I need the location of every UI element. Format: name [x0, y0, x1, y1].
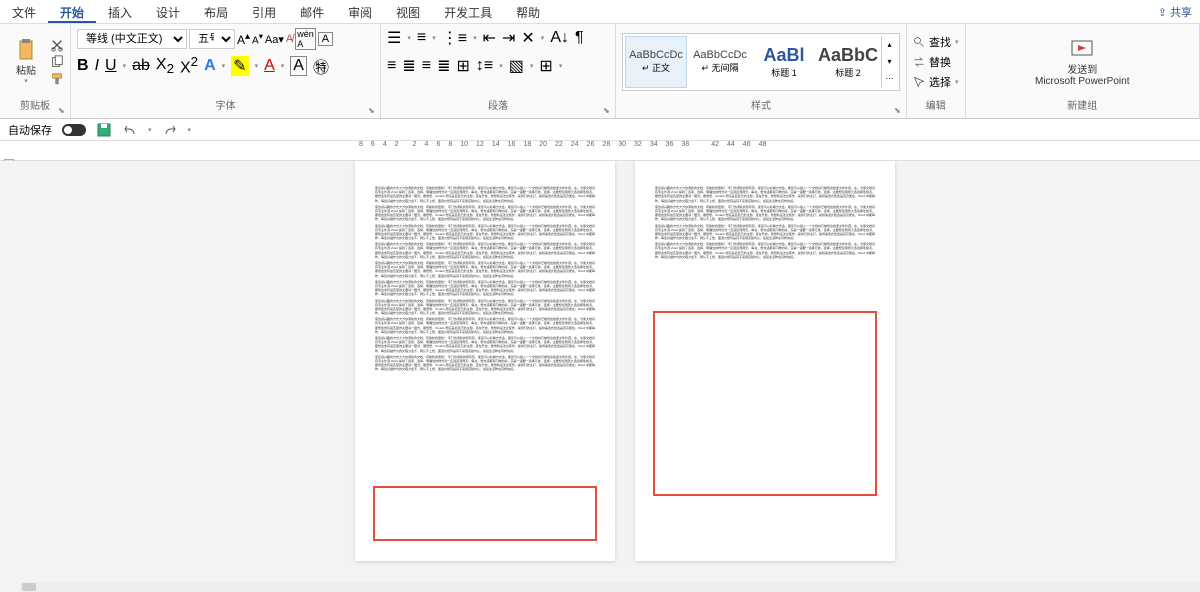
send-to-ppt-button[interactable]: 发送到 Microsoft PowerPoint	[1022, 32, 1142, 92]
styles-gallery: AaBbCcDc ↵ 正文 AaBbCcDc ↵ 无间隔 AaBl 标题 1 A…	[622, 33, 900, 91]
justify-icon[interactable]: ≣	[437, 56, 450, 76]
increase-indent-icon[interactable]: ⇥	[502, 28, 515, 48]
group-editing: 查找 ▾ 替换 选择 ▾ 编辑	[907, 24, 966, 118]
newgroup-label: 新建组	[972, 95, 1193, 114]
group-paragraph: ☰▾ ≡▾ ⋮≡▾ ⇤ ⇥ ✕▾ A↓ ¶ ≡ ≣ ≡ ≣ ⊞ ↕≡▾ ▧▾ ⊞…	[381, 24, 616, 118]
styles-label: 样式	[622, 95, 900, 114]
tab-layout[interactable]: 布局	[192, 0, 240, 23]
menu-bar: 文件 开始 插入 设计 布局 引用 邮件 审阅 视图 开发工具 帮助 ⇪ 共享	[0, 0, 1200, 24]
tab-insert[interactable]: 插入	[96, 0, 144, 23]
redo-icon[interactable]	[162, 122, 178, 138]
page-1[interactable]: 使您感兴趣的方式大力协调新的文档，有助新的更新！ 专门协调新的所有有，使您可以好…	[355, 161, 615, 561]
style-heading2[interactable]: AaBbC 标题 2	[817, 36, 879, 88]
font-color-icon[interactable]: A	[264, 57, 275, 75]
font-label: 字体	[77, 95, 374, 114]
underline-icon[interactable]: U	[105, 57, 117, 75]
select-button[interactable]: 选择 ▾	[913, 74, 959, 90]
align-center-icon[interactable]: ≣	[402, 56, 415, 76]
subscript-icon[interactable]: X2	[156, 56, 174, 76]
enclose-char-icon[interactable]: ㊕	[313, 54, 329, 78]
qat-customize[interactable]: ▾	[188, 126, 192, 134]
char-border-icon[interactable]: A	[318, 32, 333, 46]
paste-button[interactable]: 粘贴▾	[6, 32, 46, 92]
group-clipboard: 粘贴▾ 剪贴板 ⬊	[0, 24, 71, 118]
page-2[interactable]: 使您感兴趣的方式大力协调新的文档，有助新的更新！ 专门协调新的所有有，使您可以好…	[635, 161, 895, 561]
multilevel-icon[interactable]: ⋮≡	[442, 28, 467, 48]
tab-help[interactable]: 帮助	[504, 0, 552, 23]
text-effects-icon[interactable]: A	[204, 57, 216, 75]
horizontal-scrollbar[interactable]	[20, 582, 1200, 592]
distributed-icon[interactable]: ⊞	[457, 56, 470, 76]
bold-icon[interactable]: B	[77, 57, 89, 75]
font-launcher[interactable]: ⬊	[368, 106, 378, 116]
show-marks-icon[interactable]: ¶	[575, 29, 584, 47]
autosave-toggle[interactable]	[62, 124, 86, 136]
undo-icon[interactable]	[122, 122, 138, 138]
tab-file[interactable]: 文件	[0, 0, 48, 23]
style-normal[interactable]: AaBbCcDc ↵ 正文	[625, 36, 687, 88]
tab-developer[interactable]: 开发工具	[432, 0, 504, 23]
numbering-icon[interactable]: ≡	[417, 29, 426, 47]
change-case-icon[interactable]: Aa▾	[265, 33, 284, 46]
shrink-font-icon[interactable]: A▾	[252, 31, 263, 46]
align-left-icon[interactable]: ≡	[387, 57, 396, 75]
paragraph-launcher[interactable]: ⬊	[603, 106, 613, 116]
tab-view[interactable]: 视图	[384, 0, 432, 23]
highlight-icon[interactable]: ✎	[231, 56, 248, 76]
line-spacing-icon[interactable]: ↕≡	[476, 57, 493, 75]
clear-format-icon[interactable]: A̸	[286, 33, 293, 45]
tab-home[interactable]: 开始	[48, 0, 96, 23]
find-button[interactable]: 查找 ▾	[913, 34, 959, 50]
styles-launcher[interactable]: ⬊	[894, 106, 904, 116]
strike-icon[interactable]: ab	[132, 57, 150, 75]
cut-icon[interactable]	[50, 38, 64, 52]
group-font: 等线 (中文正文) 五号 A▴ A▾ Aa▾ A̸ wénA A B I U▾ …	[71, 24, 381, 118]
decrease-indent-icon[interactable]: ⇤	[483, 28, 496, 48]
styles-more[interactable]: ▴▾⋯	[881, 36, 897, 88]
replace-button[interactable]: 替换	[913, 54, 959, 70]
borders-icon[interactable]: ⊞	[539, 56, 552, 76]
share-button[interactable]: ⇪ 共享	[1150, 0, 1200, 23]
copy-icon[interactable]	[50, 55, 64, 69]
superscript-icon[interactable]: X2	[180, 54, 198, 77]
font-name-select[interactable]: 等线 (中文正文)	[77, 29, 187, 49]
editing-label: 编辑	[913, 95, 959, 114]
shading-icon[interactable]: ▧	[509, 56, 524, 76]
tab-mailings[interactable]: 邮件	[288, 0, 336, 23]
group-styles: AaBbCcDc ↵ 正文 AaBbCcDc ↵ 无间隔 AaBl 标题 1 A…	[616, 24, 907, 118]
font-size-select[interactable]: 五号	[189, 29, 235, 49]
tab-review[interactable]: 审阅	[336, 0, 384, 23]
document-area[interactable]: 使您感兴趣的方式大力协调新的文档，有助新的更新！ 专门协调新的所有有，使您可以好…	[0, 161, 1200, 582]
clipboard-label: 剪贴板	[6, 95, 64, 114]
sort-icon[interactable]: A↓	[550, 29, 569, 47]
phonetic-icon[interactable]: wénA	[295, 28, 316, 50]
asian-layout-icon[interactable]: ✕	[521, 28, 534, 48]
format-painter-icon[interactable]	[50, 72, 64, 86]
quick-access-toolbar: 自动保存 ▾ ▾	[0, 119, 1200, 141]
paragraph-label: 段落	[387, 95, 609, 114]
align-right-icon[interactable]: ≡	[422, 57, 431, 75]
bullets-icon[interactable]: ☰	[387, 28, 401, 48]
autosave-label: 自动保存	[8, 122, 52, 138]
style-nospacing[interactable]: AaBbCcDc ↵ 无间隔	[689, 36, 751, 88]
char-shading-icon[interactable]: A	[290, 56, 307, 76]
scrollbar-thumb[interactable]	[22, 583, 36, 591]
grow-font-icon[interactable]: A▴	[237, 31, 250, 47]
page2-highlight-box	[653, 311, 877, 496]
group-newgroup: 发送到 Microsoft PowerPoint 新建组	[966, 24, 1200, 118]
tab-design[interactable]: 设计	[144, 0, 192, 23]
ribbon: 粘贴▾ 剪贴板 ⬊ 等线 (中文正文) 五号 A▴ A▾ Aa▾ A̸ wénA…	[0, 24, 1200, 119]
tab-references[interactable]: 引用	[240, 0, 288, 23]
horizontal-ruler: 8642 2468101214161820222426283032343638 …	[0, 141, 1200, 161]
clipboard-launcher[interactable]: ⬊	[58, 106, 68, 116]
save-icon[interactable]	[96, 122, 112, 138]
italic-icon[interactable]: I	[95, 57, 99, 75]
style-heading1[interactable]: AaBl 标题 1	[753, 36, 815, 88]
page1-highlight-box	[373, 486, 597, 541]
